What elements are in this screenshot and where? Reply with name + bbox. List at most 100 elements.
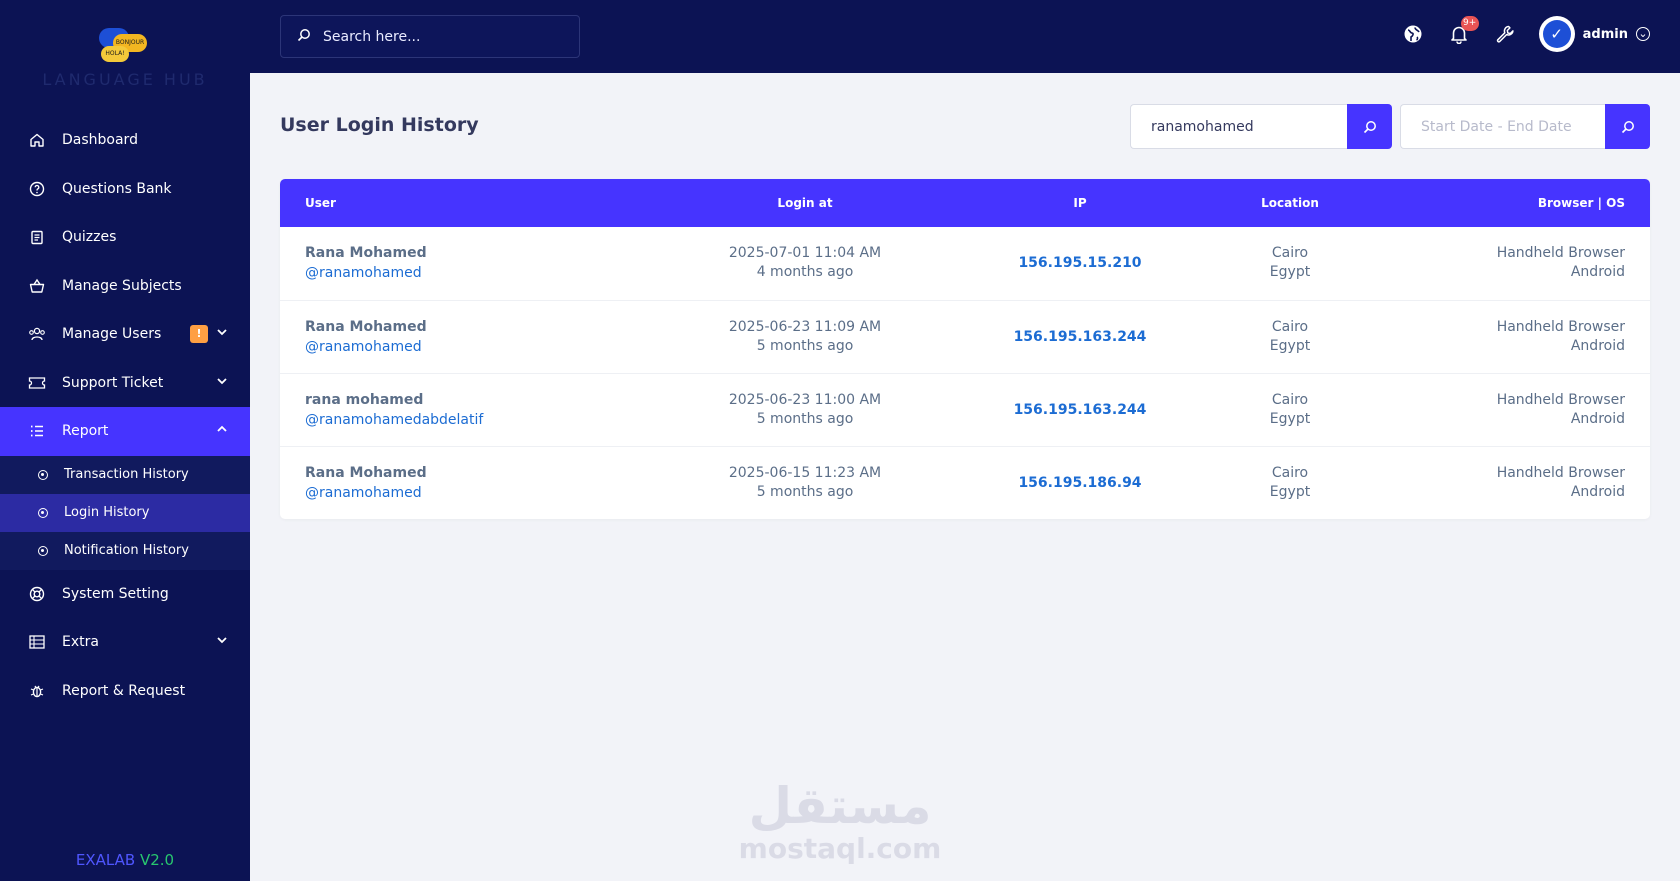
date-search-button[interactable] [1605,104,1650,149]
login-relative-time: 5 months ago [756,410,854,427]
user-fullname: Rana Mohamed [305,318,427,335]
location-country: Egypt [1269,337,1311,354]
sidebar: BONJOUR HOLA! LANGUAGE HUB Dashboard Que… [0,0,250,881]
circle-dot-icon [38,545,48,556]
logo-bubbles-icon: BONJOUR HOLA! [99,24,151,66]
circle-dot-icon [38,507,48,518]
watermark-arabic-text: مستقل [748,777,932,835]
admin-avatar[interactable]: ✓ [1538,16,1575,52]
app-version: EXALAB V2.0 [0,851,250,869]
user-handle-link[interactable]: @ranamohamed [305,263,680,283]
column-header-location: Location [1261,196,1319,210]
cell-location: Cairo Egypt [1230,446,1350,519]
ip-link[interactable]: 156.195.186.94 [1018,475,1141,491]
chevron-down-circle-icon[interactable]: ⌄ [1636,27,1650,41]
user-fullname: Rana Mohamed [305,245,427,262]
question-circle-icon [28,180,46,198]
column-header-browser-os: Browser | OS [1537,196,1625,210]
sidebar-item-label: Support Ticket [62,374,164,391]
browser-name: Handheld Browser [1496,318,1625,335]
table-header-row: User Login at IP Location Browser | OS [280,179,1650,227]
os-name: Android [1570,264,1625,281]
search-input[interactable] [323,28,563,45]
sidebar-subitem-login-history[interactable]: Login History [0,493,250,532]
login-datetime: 2025-06-23 11:09 AM [728,318,882,335]
table-row: rana mohamed @ranamohamedabdelatif 2025-… [280,373,1650,446]
sidebar-subitem-notification-history[interactable]: Notification History [0,532,250,570]
cell-location: Cairo Egypt [1230,227,1350,300]
sidebar-item-label: Quizzes [62,229,117,246]
cell-ip: 156.195.186.94 [930,446,1230,519]
table-row: Rana Mohamed @ranamohamed 2025-07-01 11:… [280,227,1650,300]
login-relative-time: 5 months ago [756,483,854,500]
location-country: Egypt [1269,483,1311,500]
cell-location: Cairo Egypt [1230,373,1350,446]
version-number: V2.0 [139,851,175,869]
user-handle-link[interactable]: @ranamohamed [305,337,680,357]
column-header-user: User [305,196,336,210]
location-city: Cairo [1271,318,1309,335]
chevron-down-icon [216,375,230,389]
login-history-table: User Login at IP Location Browser | OS R… [280,179,1650,519]
sidebar-item-dashboard[interactable]: Dashboard [0,116,250,165]
sidebar-subitem-label: Login History [64,505,150,520]
wrench-icon[interactable] [1493,22,1517,46]
browser-name: Handheld Browser [1496,245,1625,262]
sidebar-item-manage-users[interactable]: Manage Users ! [0,310,250,359]
sidebar-item-label: Questions Bank [62,180,172,197]
ip-link[interactable]: 156.195.163.244 [1014,402,1147,418]
sidebar-subitem-transaction-history[interactable]: Transaction History [0,456,250,494]
ip-link[interactable]: 156.195.163.244 [1014,329,1147,345]
sidebar-subitem-label: Transaction History [64,467,189,482]
search-box[interactable] [280,15,580,58]
admin-name[interactable]: admin [1583,27,1628,42]
login-datetime: 2025-06-15 11:23 AM [728,464,882,481]
sidebar-item-label: Extra [62,634,99,651]
clipboard-icon [28,228,46,246]
cell-user: Rana Mohamed @ranamohamed [280,300,680,373]
cell-user: rana mohamed @ranamohamedabdelatif [280,373,680,446]
sidebar-item-manage-subjects[interactable]: Manage Subjects [0,262,250,311]
username-search-button[interactable] [1347,104,1392,149]
bell-icon[interactable]: 9+ [1447,16,1479,46]
ip-link[interactable]: 156.195.15.210 [1018,255,1141,271]
cell-ip: 156.195.15.210 [930,227,1230,300]
watermark-logo: مستقل mostaql.com [735,778,945,864]
sidebar-menu: Dashboard Questions Bank Quizzes Manage … [0,116,250,715]
checkmark-icon: ✓ [1542,20,1571,48]
sidebar-item-label: Report [62,423,109,440]
brand-logo[interactable]: BONJOUR HOLA! LANGUAGE HUB [0,24,250,94]
user-handle-link[interactable]: @ranamohamedabdelatif [305,410,680,430]
sidebar-item-report-request[interactable]: Report & Request [0,667,250,716]
cell-login-at: 2025-06-23 11:09 AM 5 months ago [680,300,930,373]
column-header-login-at: Login at [777,196,833,210]
ticket-icon [28,374,46,392]
sidebar-item-quizzes[interactable]: Quizzes [0,213,250,262]
user-handle-link[interactable]: @ranamohamed [305,483,680,503]
sidebar-item-label: Manage Subjects [62,277,182,294]
date-range-input[interactable] [1400,104,1605,149]
location-city: Cairo [1271,391,1309,408]
sidebar-item-extra[interactable]: Extra [0,618,250,667]
date-range-filter [1400,104,1650,149]
sidebar-item-questions-bank[interactable]: Questions Bank [0,165,250,214]
login-history-table-card: User Login at IP Location Browser | OS R… [280,179,1650,519]
report-submenu: Transaction History Login History Notifi… [0,455,250,570]
column-header-ip: IP [1073,196,1087,210]
sidebar-item-support-ticket[interactable]: Support Ticket [0,359,250,408]
cell-login-at: 2025-06-15 11:23 AM 5 months ago [680,446,930,519]
location-city: Cairo [1271,245,1309,262]
bug-icon [28,682,46,700]
sidebar-item-report[interactable]: Report [0,407,250,456]
chevron-down-icon [216,634,230,648]
topbar-actions: 9+ ✓ admin ⌄ [1379,0,1650,68]
users-icon [28,325,46,343]
sidebar-subitem-label: Notification History [64,543,189,558]
sidebar-item-system-setting[interactable]: System Setting [0,570,250,619]
globe-icon[interactable] [1401,22,1425,46]
server-icon [28,633,46,651]
sidebar-item-label: Manage Users [62,326,162,343]
login-datetime: 2025-07-01 11:04 AM [728,245,882,262]
username-search-input[interactable] [1130,104,1347,149]
search-icon [1621,120,1634,133]
